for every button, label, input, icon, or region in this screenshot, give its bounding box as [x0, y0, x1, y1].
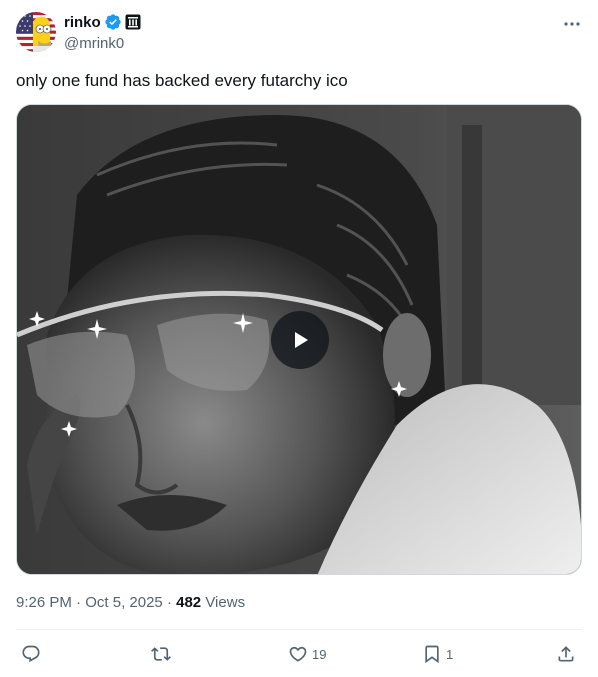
bookmark-button[interactable]: 1 [422, 640, 453, 668]
share-button[interactable] [556, 640, 576, 668]
meta-separator: · [162, 594, 177, 611]
reply-icon [22, 645, 40, 663]
like-count: 19 [312, 646, 327, 662]
author-info: rinko @mrink0 [64, 12, 141, 54]
retweet-button[interactable] [151, 640, 175, 668]
play-button[interactable] [271, 311, 329, 369]
tweet-text: only one fund has backed every futarchy … [16, 71, 348, 90]
video-player[interactable] [16, 104, 582, 575]
action-bar: 19 1 [16, 640, 582, 668]
bookmark-count: 1 [446, 646, 454, 662]
tweet-metadata: 9:26 PM · Oct 5, 2025 · 482 Views [16, 593, 245, 613]
divider [16, 629, 582, 630]
share-icon [558, 646, 574, 662]
tweet-time[interactable]: 9:26 PM [16, 594, 72, 611]
verified-badge-icon[interactable] [104, 13, 122, 31]
avatar[interactable] [16, 12, 56, 52]
building-affiliate-icon[interactable] [125, 14, 141, 30]
play-icon [295, 332, 308, 348]
tweet-card: rinko @mrink0 only one fund has backed e… [0, 0, 598, 677]
retweet-icon [151, 647, 171, 661]
more-options-icon[interactable] [562, 14, 582, 34]
tweet-date[interactable]: Oct 5, 2025 [85, 594, 163, 611]
views-label: Views [205, 594, 246, 611]
author-handle[interactable]: @mrink0 [64, 34, 141, 54]
bookmark-icon [425, 645, 439, 664]
reply-button[interactable] [21, 640, 45, 668]
like-button[interactable]: 19 [288, 640, 326, 668]
meta-separator: · [71, 594, 86, 611]
display-name[interactable]: rinko [64, 14, 101, 31]
heart-icon [289, 646, 307, 662]
views-count: 482 [176, 594, 202, 611]
author-name-row: rinko [64, 12, 141, 32]
avatar-image [16, 12, 56, 52]
